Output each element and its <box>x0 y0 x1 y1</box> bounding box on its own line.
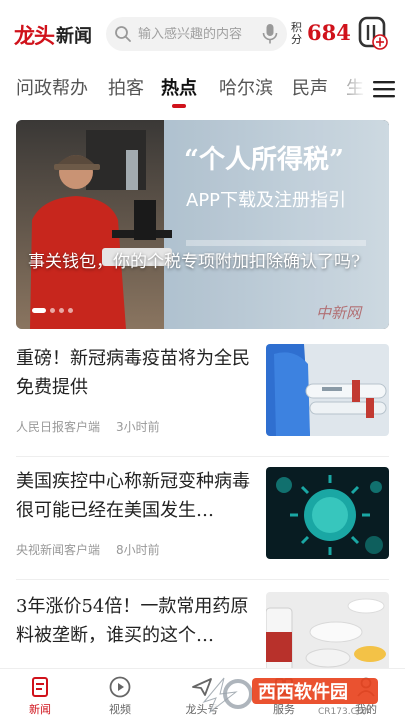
search-input[interactable] <box>138 26 256 42</box>
watermark-domain: CR173.COM <box>318 707 372 716</box>
news-item[interactable]: 重磅！新冠病毒疫苗将为全民免费提供 人民日报客户端 3小时前 <box>16 344 389 454</box>
tab-minsheng[interactable]: 民声 <box>292 74 328 100</box>
carousel-dot[interactable] <box>68 308 73 313</box>
search-bar[interactable] <box>106 17 287 51</box>
hero-caption: 事关钱包，你的个税专项附加扣除确认了吗? <box>28 252 361 272</box>
poster-line2: APP下载及注册指引 <box>186 190 346 211</box>
tab-wenzheng[interactable]: 问政帮办 <box>16 74 88 100</box>
carousel-dot[interactable] <box>59 308 64 313</box>
nav-label: 视频 <box>109 703 131 716</box>
site-watermark-logo: 西西软件园 CR173.COM <box>202 677 378 716</box>
news-thumbnail <box>266 467 389 559</box>
nav-video[interactable]: 视频 <box>90 675 150 717</box>
news-meta: 央视新闻客户端 8小时前 <box>16 541 160 558</box>
app-logo: 龙头 新闻 <box>14 20 92 50</box>
news-title: 3年涨价54倍！一款常用药原料被垄断，谁买的这个… <box>16 596 249 646</box>
list-divider <box>16 456 389 457</box>
menu-icon[interactable] <box>373 80 395 98</box>
hero-photo: “个人所得税” APP下载及注册指引 <box>16 120 389 329</box>
news-source: 人民日报客户端 <box>16 420 101 434</box>
app-header: 龙头 新闻 积分 684 <box>0 0 405 66</box>
microphone-icon[interactable] <box>261 23 279 45</box>
hero-banner[interactable]: “个人所得税” APP下载及注册指引 事关钱包，你的个税专项附加扣除确认了吗? … <box>16 120 389 329</box>
news-source: 央视新闻客户端 <box>16 543 101 557</box>
tab-fade <box>330 66 366 110</box>
news-title: 重磅！新冠病毒疫苗将为全民免费提供 <box>16 348 250 398</box>
nav-news[interactable]: 新闻 <box>10 675 70 717</box>
profile-badge-icon[interactable] <box>358 16 388 50</box>
active-tab-indicator <box>172 104 186 108</box>
play-circle-icon <box>109 676 131 698</box>
news-item[interactable]: 美国疾控中心称新冠变种病毒很可能已经在美国发生… 央视新闻客户端 8小时前 <box>16 467 389 577</box>
search-icon <box>114 25 132 43</box>
news-time: 8小时前 <box>116 543 160 557</box>
points-value[interactable]: 684 <box>307 20 351 45</box>
tab-paike[interactable]: 拍客 <box>108 74 144 100</box>
news-icon <box>32 677 48 697</box>
hero-watermark: 中新网 <box>316 304 362 322</box>
watermark-text: 西西软件园 <box>258 681 348 703</box>
poster-line1: “个人所得税” <box>184 145 344 175</box>
news-title: 美国疾控中心称新冠变种病毒很可能已经在美国发生… <box>16 471 250 521</box>
news-thumbnail <box>266 344 389 436</box>
carousel-dot[interactable] <box>50 308 55 313</box>
carousel-indicator <box>32 308 73 313</box>
tab-hotspot[interactable]: 热点 <box>161 74 197 100</box>
logo-word: 新闻 <box>56 26 92 47</box>
logo-brand: 龙头 <box>14 23 55 48</box>
nav-label: 新闻 <box>29 703 51 716</box>
points-label: 积分 <box>291 21 302 46</box>
news-time: 3小时前 <box>116 420 160 434</box>
list-divider <box>16 579 389 580</box>
tab-harbin[interactable]: 哈尔滨 <box>219 74 273 100</box>
carousel-dot[interactable] <box>32 308 46 313</box>
news-meta: 人民日报客户端 3小时前 <box>16 418 160 435</box>
channel-tabs: 问政帮办 拍客 热点 哈尔滨 民声 生 <box>0 66 405 110</box>
